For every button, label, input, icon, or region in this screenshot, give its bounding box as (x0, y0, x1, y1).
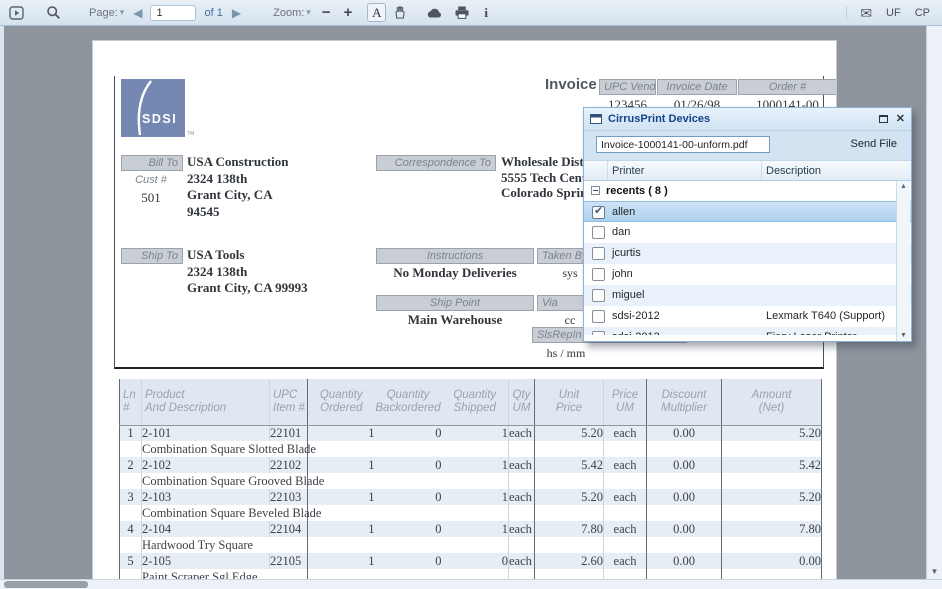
zoom-out-icon[interactable]: − (322, 5, 331, 20)
scroll-up-icon[interactable]: ▲ (897, 183, 910, 190)
checkbox-column-header (584, 161, 608, 180)
items-header-row: Ln# ProductAnd Description UPCItem # Qua… (120, 379, 822, 425)
description-column-header[interactable]: Description (762, 161, 911, 180)
item-description-row: Combination Square Slotted Blade (120, 441, 822, 457)
printer-row[interactable]: dan (584, 222, 911, 243)
checkbox-icon[interactable] (592, 226, 605, 239)
correspondence-to-label: Correspondence To (376, 155, 496, 171)
upc-vendor-header: UPC Vendor (599, 79, 656, 95)
print-icon[interactable] (454, 5, 470, 20)
send-file-button[interactable]: Send File (851, 138, 897, 150)
horizontal-scrollbar[interactable] (0, 579, 942, 589)
page-number-input[interactable] (150, 5, 196, 21)
sdsi-logo: SDSI (121, 79, 185, 137)
line-items-table: Ln# ProductAnd Description UPCItem # Qua… (119, 379, 822, 585)
zoom-in-icon[interactable]: + (344, 5, 353, 20)
printer-list-scrollbar[interactable]: ▲ ▼ (896, 181, 910, 341)
prev-page-icon[interactable]: ◀ (133, 7, 142, 19)
printer-row[interactable]: john (584, 264, 911, 285)
ship-to-address: USA Tools 2324 138th Grant City, CA 9999… (187, 247, 308, 297)
download-icon[interactable] (426, 6, 443, 19)
scroll-down-icon[interactable]: ▼ (897, 332, 910, 339)
horizontal-scroll-thumb[interactable] (4, 581, 88, 588)
instructions-header: Instructions (376, 248, 534, 264)
logo-text: SDSI (142, 112, 177, 126)
printer-list: recents ( 8 ) ✔ allen dan jcurtis john (584, 181, 911, 341)
uf-button[interactable]: UF (886, 7, 901, 19)
checkbox-icon[interactable] (592, 310, 605, 323)
page-dropdown-icon[interactable]: ▾ (120, 7, 125, 18)
sls-rep-value: hs / mm (533, 346, 599, 361)
zoom-dropdown-icon[interactable]: ▾ (306, 7, 311, 18)
page-count-label: of 1 (205, 7, 223, 19)
printer-column-header[interactable]: Printer (608, 161, 762, 180)
printer-row[interactable]: ✔ allen (584, 201, 911, 222)
printer-grid-header: Printer Description (584, 160, 911, 181)
printer-row[interactable]: jcurtis (584, 243, 911, 264)
item-row: 2 2-102 22102 1 0 1 each 5.42 each 0.00 … (120, 457, 822, 473)
left-edge-strip (0, 26, 4, 589)
dialog-title: CirrusPrint Devices (608, 113, 879, 125)
printer-row-clipped[interactable]: sdsi-2013 Fiery Laser Printer (584, 327, 911, 335)
cust-number-label: Cust # (123, 174, 179, 186)
printer-row[interactable]: sdsi-2012 Lexmark T640 (Support) (584, 306, 911, 327)
pdf-viewer-app: Page: ▾ ◀ of 1 ▶ Zoom: ▾ − + A i ✉ UF CP (0, 0, 942, 589)
text-select-tool-button[interactable]: A (367, 3, 386, 22)
page-label: Page: (89, 7, 118, 19)
hand-tool-icon[interactable] (392, 5, 407, 20)
collapse-icon[interactable] (591, 186, 600, 195)
ship-point-header: Ship Point (376, 295, 534, 311)
sidebar-toggle-icon[interactable] (9, 6, 24, 20)
item-description-row: Combination Square Beveled Blade (120, 505, 822, 521)
item-row: 5 2-105 22105 1 0 0 each 2.60 each 0.00 … (120, 553, 822, 569)
zoom-label: Zoom: (273, 7, 304, 19)
window-icon (590, 114, 602, 124)
dialog-titlebar[interactable]: CirrusPrint Devices ✕ (584, 108, 911, 131)
checkbox-icon[interactable] (592, 331, 605, 335)
dialog-toolbar: Send File (584, 131, 911, 160)
checkbox-icon[interactable] (592, 247, 605, 260)
search-icon[interactable] (46, 5, 61, 20)
checkbox-icon[interactable] (592, 268, 605, 281)
checkbox-checked-icon[interactable]: ✔ (592, 206, 605, 219)
ship-point-value: Main Warehouse (376, 312, 534, 329)
scroll-down-icon[interactable]: ▼ (927, 567, 942, 576)
cp-button[interactable]: CP (915, 7, 930, 19)
printer-row[interactable]: miguel (584, 285, 911, 306)
filename-input[interactable] (596, 136, 770, 153)
logo-trademark: TM (187, 131, 194, 137)
maximize-icon[interactable] (879, 115, 888, 123)
checkbox-icon[interactable] (592, 289, 605, 302)
item-description-row: Hardwood Try Square (120, 537, 822, 553)
invoice-title: Invoice (545, 76, 597, 93)
next-page-icon[interactable]: ▶ (232, 7, 241, 19)
bill-to-label: Bill To (121, 155, 183, 171)
cust-number-value: 501 (123, 190, 179, 206)
item-row: 1 2-101 22101 1 0 1 each 5.20 each 0.00 … (120, 425, 822, 441)
invoice-date-header: Invoice Date (657, 79, 737, 95)
info-icon[interactable]: i (484, 5, 488, 21)
toolbar-divider (846, 6, 847, 20)
viewer-toolbar: Page: ▾ ◀ of 1 ▶ Zoom: ▾ − + A i ✉ UF CP (0, 0, 942, 26)
close-icon[interactable]: ✕ (896, 114, 905, 125)
item-row: 3 2-103 22103 1 0 1 each 5.20 each 0.00 … (120, 489, 822, 505)
recents-group-row[interactable]: recents ( 8 ) (584, 181, 911, 201)
bill-to-address: USA Construction 2324 138th Grant City, … (187, 154, 289, 220)
vertical-scrollbar[interactable]: ▼ (926, 26, 942, 580)
order-number-header: Order # (738, 79, 837, 95)
cirrusprint-dialog: CirrusPrint Devices ✕ Send File Printer … (583, 107, 912, 342)
item-description-row: Combination Square Grooved Blade (120, 473, 822, 489)
ship-to-label: Ship To (121, 248, 183, 264)
email-envelope-icon[interactable]: ✉ (860, 6, 872, 20)
instructions-value: No Monday Deliveries (376, 265, 534, 282)
item-row: 4 2-104 22104 1 0 1 each 7.80 each 0.00 … (120, 521, 822, 537)
